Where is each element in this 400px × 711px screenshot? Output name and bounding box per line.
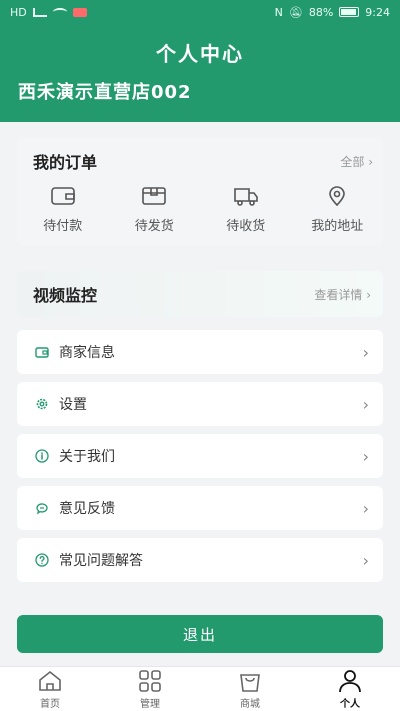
header: HD N 🔕︎ 88% 9:24 个人中心 西禾演示直营店002 [0,0,400,122]
menu-label: 常见问题解答 [59,553,143,569]
notification-badge-icon [72,7,87,17]
orders-all-link[interactable]: 全部 › [340,153,373,170]
store-name: 西禾演示直营店002 [18,82,192,103]
video-title: 视频监控 [33,286,98,305]
tab-label: 个人 [340,698,360,710]
tab-home[interactable]: 首页 [10,669,90,710]
signal-icon [32,7,47,17]
wifi-icon [52,8,67,16]
video-monitor-card[interactable]: 视频监控 查看详情 › [17,271,383,317]
tab-manage[interactable]: 管理 [110,669,190,710]
hd-indicator: HD [10,5,27,19]
chevron-right-icon: › [362,342,369,362]
logout-button[interactable]: 退出 [17,615,383,653]
mute-icon: 🔕︎ [288,5,303,19]
menu-faq[interactable]: 常见问题解答 › [17,538,383,582]
shopping-bag-icon [240,673,260,692]
tab-label: 商城 [240,698,260,710]
page-title: 个人中心 [156,42,244,66]
nfc-icon: N [274,5,283,19]
menu-label: 意见反馈 [59,501,115,517]
order-item-label: 我的地址 [311,219,364,234]
order-pending-payment[interactable]: 待付款 [23,185,103,234]
video-details-link[interactable]: 查看详情 › [314,286,371,303]
order-my-address[interactable]: 我的地址 [297,185,377,234]
info-icon [35,449,49,463]
order-item-label: 待发货 [134,219,174,234]
location-icon [329,186,346,207]
question-icon [35,553,49,567]
orders-title: 我的订单 [33,153,98,172]
grid-icon [139,669,161,692]
video-details-label: 查看详情 [314,287,363,302]
wallet-icon [50,187,75,205]
gear-icon [36,398,48,410]
home-icon [39,670,61,691]
menu-merchant-info[interactable]: 商家信息 › [17,330,383,374]
battery-percent: 88% [308,5,334,19]
package-icon [142,187,167,205]
menu-settings[interactable]: 设置 › [17,382,383,426]
order-pending-shipment[interactable]: 待发货 [114,185,194,234]
chevron-right-icon: › [362,394,369,414]
chevron-right-icon: › [368,154,373,169]
menu-label: 关于我们 [59,449,115,465]
orders-card: 我的订单 全部 › 待付款 待发货 待收货 我的地址 [17,137,383,245]
truck-icon [233,188,258,206]
person-icon [339,669,361,692]
tab-mall[interactable]: 商城 [210,669,290,710]
chevron-right-icon: › [362,550,369,570]
menu-label: 设置 [59,397,87,413]
tab-label: 管理 [140,698,160,710]
chat-bubble-icon [36,503,48,515]
orders-all-label: 全部 [340,154,365,169]
order-item-label: 待收货 [226,219,266,234]
clock: 9:24 [365,5,390,19]
tab-label: 首页 [40,698,60,710]
merchant-card-icon [35,347,49,358]
menu-feedback[interactable]: 意见反馈 › [17,486,383,530]
order-pending-receipt[interactable]: 待收货 [206,185,286,234]
chevron-right-icon: › [362,498,369,518]
battery-icon [339,7,360,17]
chevron-right-icon: › [366,287,371,302]
order-item-label: 待付款 [43,219,83,234]
menu-about-us[interactable]: 关于我们 › [17,434,383,478]
chevron-right-icon: › [362,446,369,466]
tab-profile[interactable]: 个人 [310,669,390,710]
menu-label: 商家信息 [59,345,115,361]
bottom-tab-bar: 首页 管理 商城 个人 [0,666,400,711]
status-bar: HD N 🔕︎ 88% 9:24 [0,0,400,24]
